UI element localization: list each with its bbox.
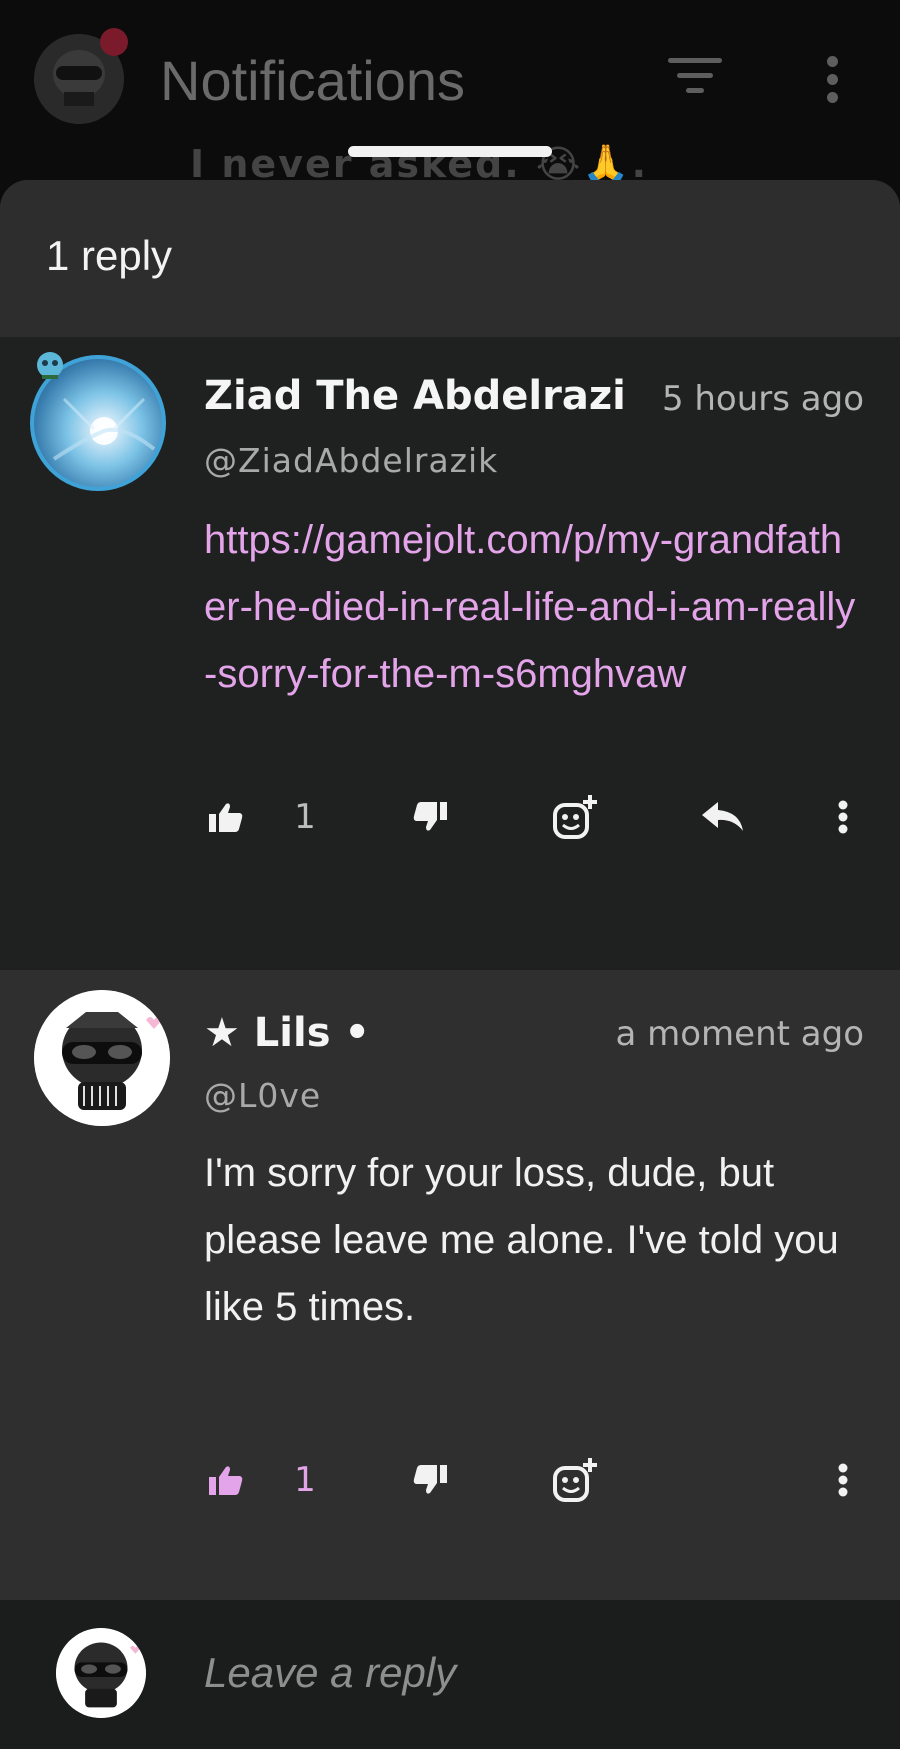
avatar-badge-icon <box>37 352 63 379</box>
comment-actions: 1 <box>0 1450 900 1510</box>
commenter-name[interactable]: ★ Lils • <box>204 1010 370 1056</box>
page-title: Notifications <box>160 49 466 112</box>
more-vertical-icon <box>838 1463 848 1497</box>
comment-reply: ★ Lils • a moment ago @L0ve I'm sorry fo… <box>0 970 900 1600</box>
sheet-drag-handle[interactable] <box>348 146 552 157</box>
current-user-avatar <box>56 1628 146 1718</box>
filter-icon[interactable] <box>668 58 722 98</box>
thumbs-down-icon <box>413 1465 447 1494</box>
commenter-handle[interactable]: @ZiadAbdelrazik <box>204 441 498 480</box>
add-reaction-button[interactable] <box>550 787 600 847</box>
like-count: 1 <box>294 797 316 837</box>
reply-composer <box>0 1600 900 1749</box>
dislike-button[interactable] <box>410 787 450 847</box>
replies-sheet: 1 reply Ziad The Abdelrazi 5 hours ago @… <box>0 180 900 1749</box>
add-emoji-icon <box>553 1458 597 1502</box>
comment-body-link[interactable]: https://gamejolt.com/p/my-grandfather-he… <box>204 507 864 708</box>
sheet-header: 1 reply <box>0 180 900 337</box>
comment-body: I'm sorry for your loss, dude, but pleas… <box>204 1151 839 1329</box>
thumbs-up-icon <box>209 1466 243 1495</box>
dislike-button[interactable] <box>410 1450 450 1510</box>
add-emoji-icon <box>553 795 597 839</box>
sheet-title: 1 reply <box>46 232 173 279</box>
comment-timestamp: a moment ago <box>615 1014 864 1054</box>
thumbs-up-icon <box>209 803 243 832</box>
like-button[interactable] <box>206 1450 246 1510</box>
more-options-icon[interactable] <box>824 56 840 104</box>
comment-parent: Ziad The Abdelrazi 5 hours ago @ZiadAbde… <box>0 337 900 970</box>
notification-dot <box>100 28 128 56</box>
more-vertical-icon <box>838 800 848 834</box>
add-reaction-button[interactable] <box>550 1450 600 1510</box>
like-button[interactable] <box>206 787 246 847</box>
reply-arrow-icon <box>702 802 743 831</box>
comment-more-button[interactable] <box>830 787 856 847</box>
like-count: 1 <box>294 1460 316 1500</box>
commenter-avatar[interactable] <box>34 990 170 1126</box>
comment-more-button[interactable] <box>830 1450 856 1510</box>
comment-timestamp: 5 hours ago <box>661 379 864 419</box>
notifications-header: Notifications I never asked. 😭🙏. <box>0 0 900 190</box>
comment-actions: 1 <box>0 787 900 847</box>
commenter-handle[interactable]: @L0ve <box>204 1076 321 1115</box>
reply-button[interactable] <box>700 787 746 847</box>
thumbs-down-icon <box>413 802 447 831</box>
reply-input[interactable] <box>204 1638 844 1708</box>
commenter-name[interactable]: Ziad The Abdelrazi <box>204 373 624 419</box>
